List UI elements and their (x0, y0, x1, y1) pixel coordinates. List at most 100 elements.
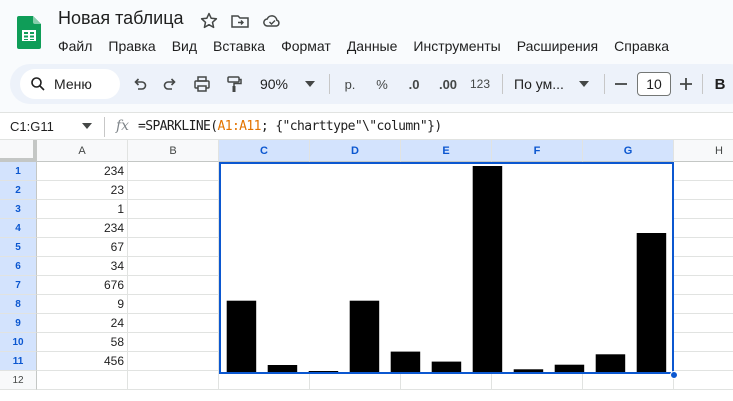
row-header-7[interactable]: 7 (0, 276, 37, 295)
column-header-a[interactable]: A (37, 140, 128, 162)
document-title[interactable]: Новая таблица (58, 8, 184, 29)
caret-down-icon (305, 81, 315, 87)
cell-b10[interactable] (128, 333, 219, 352)
percent-format-button[interactable]: % (370, 64, 394, 104)
menu-help[interactable]: Справка (606, 37, 677, 55)
row-header-3[interactable]: 3 (0, 200, 37, 219)
decrease-font-size-button[interactable] (611, 64, 631, 104)
star-icon[interactable] (199, 11, 219, 31)
menu-extensions[interactable]: Расширения (509, 37, 606, 55)
cell-a2[interactable]: 23 (37, 181, 128, 200)
menu-tools[interactable]: Инструменты (405, 37, 508, 55)
paint-format-button[interactable] (222, 64, 246, 104)
sparkline-bar-a8 (513, 369, 544, 372)
column-header-e[interactable]: E (401, 140, 492, 162)
cell-h10[interactable] (674, 333, 733, 352)
sparkline-cell[interactable] (219, 162, 674, 374)
toolbar-divider (329, 74, 330, 94)
name-box[interactable]: C1:G11 (10, 119, 54, 134)
row-header-5[interactable]: 5 (0, 238, 37, 257)
cell-a11[interactable]: 456 (37, 352, 128, 371)
increase-decimal-button[interactable]: .00 (434, 64, 462, 104)
cell-h8[interactable] (674, 295, 733, 314)
currency-format-button[interactable]: р. (338, 64, 362, 104)
cell-b7[interactable] (128, 276, 219, 295)
font-dropdown-button[interactable] (576, 64, 592, 104)
column-header-f[interactable]: F (492, 140, 583, 162)
cell-h3[interactable] (674, 200, 733, 219)
cloud-saved-icon[interactable] (262, 11, 282, 31)
font-family-select[interactable]: По ум... (510, 64, 570, 104)
cell-a7[interactable]: 676 (37, 276, 128, 295)
cell-h7[interactable] (674, 276, 733, 295)
font-size-input[interactable]: 10 (637, 72, 671, 96)
caret-down-icon[interactable] (82, 123, 92, 129)
cell-a1[interactable]: 234 (37, 162, 128, 181)
cell-b5[interactable] (128, 238, 219, 257)
row-header-6[interactable]: 6 (0, 257, 37, 276)
row-header-9[interactable]: 9 (0, 314, 37, 333)
zoom-dropdown-button[interactable] (302, 64, 318, 104)
column-header-g[interactable]: G (583, 140, 674, 162)
cell-a5[interactable]: 67 (37, 238, 128, 257)
menu-insert[interactable]: Вставка (205, 37, 273, 55)
column-header-c[interactable]: C (219, 140, 310, 162)
menu-format[interactable]: Формат (273, 37, 339, 55)
formula-input[interactable]: =SPARKLINE(A1:A11; {"charttype"\"column"… (138, 119, 442, 134)
row-header-10[interactable]: 10 (0, 333, 37, 352)
cell-a6[interactable]: 34 (37, 257, 128, 276)
cell-b3[interactable] (128, 200, 219, 219)
cell-a10[interactable]: 58 (37, 333, 128, 352)
row-header-2[interactable]: 2 (0, 181, 37, 200)
decrease-decimal-button[interactable]: .0 (400, 64, 428, 104)
cell-a3[interactable]: 1 (37, 200, 128, 219)
cell-b2[interactable] (128, 181, 219, 200)
sheets-logo-icon[interactable] (17, 16, 41, 49)
cell-a8[interactable]: 9 (37, 295, 128, 314)
cell-b6[interactable] (128, 257, 219, 276)
formula-bar-divider (104, 117, 105, 137)
undo-button[interactable] (128, 64, 152, 104)
formula-prefix: =SPARKLINE( (138, 119, 218, 134)
cell-h1[interactable] (674, 162, 733, 181)
row-header-1[interactable]: 1 (0, 162, 37, 181)
menu-edit[interactable]: Правка (100, 37, 163, 55)
row-header-12[interactable]: 12 (0, 371, 37, 390)
cell-h5[interactable] (674, 238, 733, 257)
cell-a9[interactable]: 24 (37, 314, 128, 333)
column-header-b[interactable]: B (128, 140, 219, 162)
row-header-8[interactable]: 8 (0, 295, 37, 314)
cell-b1[interactable] (128, 162, 219, 181)
cell-h6[interactable] (674, 257, 733, 276)
cell-h4[interactable] (674, 219, 733, 238)
cell-h9[interactable] (674, 314, 733, 333)
cell-h12[interactable] (674, 371, 733, 390)
menu-data[interactable]: Данные (339, 37, 406, 55)
select-all-corner[interactable] (0, 140, 37, 162)
row-header-11[interactable]: 11 (0, 352, 37, 371)
column-header-d[interactable]: D (310, 140, 401, 162)
cell-h2[interactable] (674, 181, 733, 200)
column-header-h[interactable]: H (674, 140, 733, 162)
zoom-value[interactable]: 90% (254, 64, 294, 104)
selection-fill-handle[interactable] (670, 371, 678, 379)
menu-file[interactable]: Файл (50, 37, 100, 55)
cell-a12[interactable] (37, 371, 128, 390)
cell-b8[interactable] (128, 295, 219, 314)
cell-b12[interactable] (128, 371, 219, 390)
cell-a4[interactable]: 234 (37, 219, 128, 238)
cell-b11[interactable] (128, 352, 219, 371)
move-to-folder-icon[interactable] (230, 11, 250, 31)
number-format-button[interactable]: 123 (466, 64, 494, 104)
increase-font-size-button[interactable] (676, 64, 696, 104)
print-button[interactable] (190, 64, 214, 104)
menu-search-button[interactable]: Меню (20, 69, 120, 99)
cell-h11[interactable] (674, 352, 733, 371)
cell-b9[interactable] (128, 314, 219, 333)
bold-button[interactable]: B (710, 64, 730, 104)
menu-view[interactable]: Вид (164, 37, 205, 55)
formula-suffix: ; {"charttype"\"column"}) (260, 119, 442, 134)
redo-button[interactable] (158, 64, 182, 104)
cell-b4[interactable] (128, 219, 219, 238)
row-header-4[interactable]: 4 (0, 219, 37, 238)
